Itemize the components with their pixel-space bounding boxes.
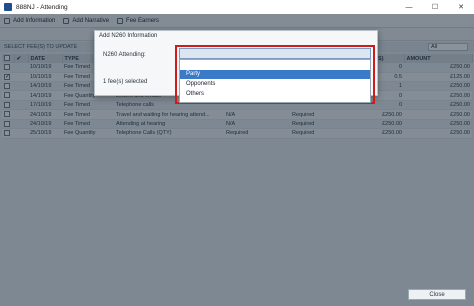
attending-label: N260 Attending:: [103, 52, 146, 58]
attending-combobox[interactable]: [179, 48, 371, 59]
window-titlebar: 888NJ - Attending — ☐ ✕: [0, 0, 474, 14]
option-party[interactable]: Party: [180, 70, 370, 79]
window-title: 888NJ - Attending: [16, 3, 68, 11]
attending-dropdown-list: Party Opponents Others: [179, 59, 371, 103]
option-others[interactable]: Others: [180, 90, 370, 99]
fees-selected-text: 1 fee(s) selected: [103, 79, 148, 85]
app-icon: [4, 3, 12, 11]
window-controls: — ☐ ✕: [396, 0, 474, 14]
minimize-button[interactable]: —: [396, 0, 422, 14]
dialog-title: Add N260 Information: [99, 33, 158, 39]
maximize-button[interactable]: ☐: [422, 0, 448, 14]
close-window-button[interactable]: ✕: [448, 0, 474, 14]
close-button[interactable]: Close: [408, 289, 466, 300]
option-opponents[interactable]: Opponents: [180, 80, 370, 89]
